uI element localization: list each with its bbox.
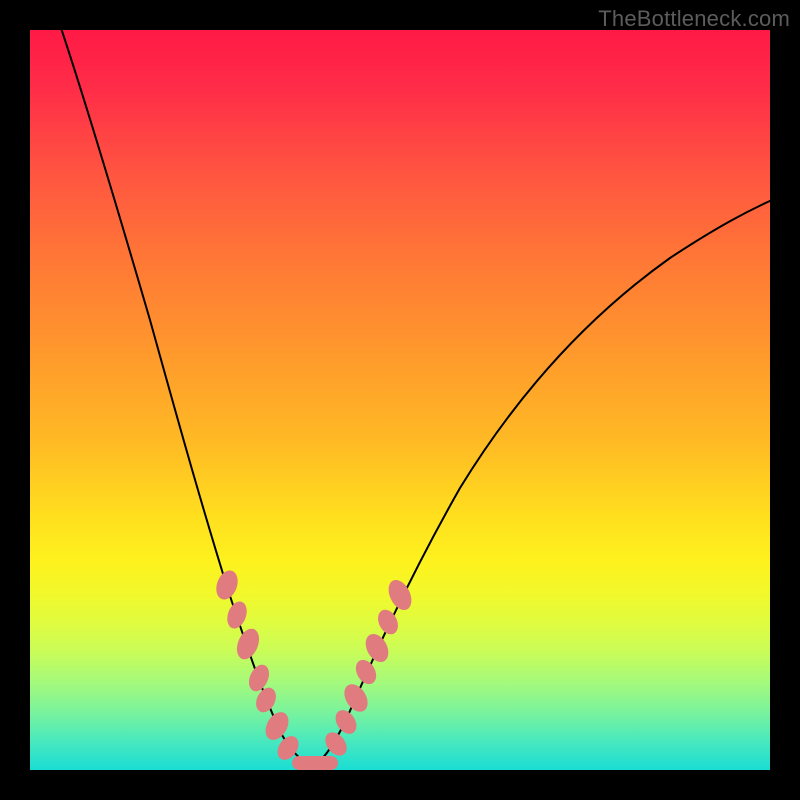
marker-cluster-left (212, 567, 302, 763)
right-curve (312, 200, 772, 766)
watermark-text: TheBottleneck.com (598, 6, 790, 32)
curves-layer (30, 30, 770, 770)
marker-cluster-right (321, 576, 416, 760)
chart-canvas: TheBottleneck.com (0, 0, 800, 800)
plot-area (30, 30, 770, 770)
left-curve (60, 25, 312, 766)
marker-bottom (292, 756, 338, 770)
